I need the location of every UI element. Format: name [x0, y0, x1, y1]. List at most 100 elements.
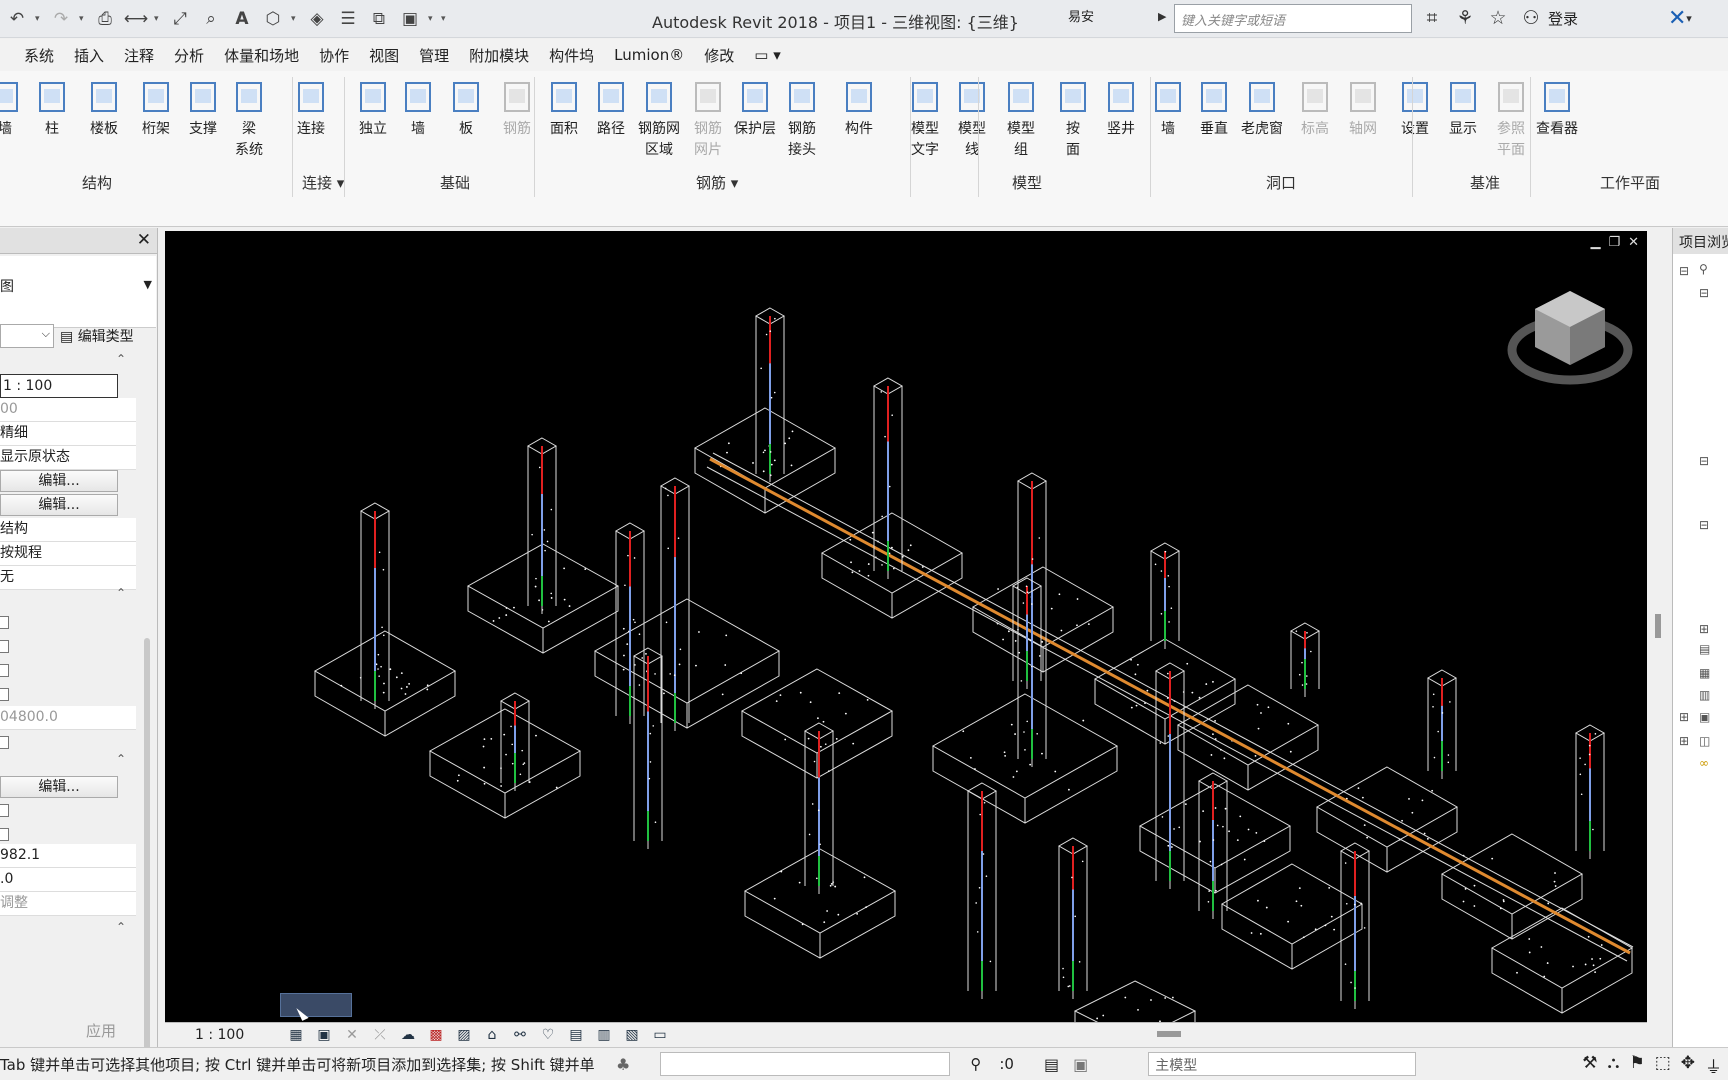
collapse-icon[interactable]: ⌃ — [116, 920, 126, 934]
checkbox[interactable] — [0, 664, 9, 677]
customize-qat-icon[interactable]: ▾ — [441, 14, 449, 24]
discipline-field[interactable]: 结构 — [0, 518, 136, 542]
edit-type-button[interactable]: ▤ 编辑类型 — [60, 326, 134, 346]
instance-filter-select[interactable]: ⌵ — [0, 324, 54, 348]
print-icon[interactable]: ⎙ — [92, 6, 118, 32]
login-link[interactable]: 登录 — [1548, 8, 1578, 29]
collapse-node-icon[interactable]: ⊟ — [1699, 518, 1709, 532]
parts-visibility-field[interactable]: 显示原状态 — [0, 446, 136, 470]
expand-node-icon[interactable]: ⊞ — [1679, 734, 1689, 748]
floor-button[interactable]: 楼板 — [79, 75, 129, 140]
tab-10[interactable]: Lumion® — [604, 39, 694, 71]
set-button[interactable]: 设置 — [1390, 75, 1440, 140]
worksets-icon[interactable]: ▭ — [649, 1026, 671, 1044]
wall-foundation-button[interactable]: 墙 — [393, 75, 443, 140]
exchange-apps-icon[interactable]: ✕ — [1668, 6, 1686, 31]
model-text-button[interactable]: 模型 文字 — [900, 75, 950, 161]
target-height-field[interactable]: .0 — [0, 868, 136, 892]
tab-7[interactable]: 管理 — [409, 39, 459, 71]
area-rebar-button[interactable]: 面积 — [539, 75, 589, 140]
chevron-down-icon[interactable]: ▾ — [291, 14, 299, 24]
workset-select[interactable] — [660, 1052, 950, 1076]
fabric-area-button[interactable]: 钢筋网 区域 — [634, 75, 684, 161]
isolated-foundation-button[interactable]: 独立 — [348, 75, 398, 140]
fabric-sheet-button[interactable]: 钢筋 网片 — [683, 75, 733, 161]
detail-level-field[interactable]: 精细 — [0, 422, 136, 446]
collapse-node-icon[interactable]: ⊟ — [1699, 454, 1709, 468]
checkbox[interactable] — [0, 828, 9, 841]
beam-system-button[interactable]: 梁 系统 — [224, 75, 274, 161]
highlight-displacement-icon[interactable]: ▥ — [593, 1026, 615, 1044]
column-button[interactable]: 柱 — [27, 75, 77, 140]
detail-level-icon[interactable]: ▦ — [285, 1026, 307, 1044]
subscription-icon[interactable]: ⚘ — [1453, 4, 1477, 32]
model-group-button[interactable]: 模型 组 — [996, 75, 1046, 161]
hidden-lines-field[interactable]: 按规程 — [0, 542, 136, 566]
collapse-icon[interactable]: ⌃ — [116, 352, 126, 366]
3d-view-icon[interactable]: ⬡ — [260, 6, 286, 32]
select-pinned-icon[interactable]: ⚑ — [1629, 1053, 1644, 1078]
horizontal-scrollbar[interactable] — [1157, 1031, 1181, 1037]
section-icon[interactable]: ◈ — [304, 6, 330, 32]
dormer-button[interactable]: 老虎窗 — [1237, 75, 1287, 140]
chevron-down-icon[interactable]: ▾ — [154, 14, 162, 24]
collapse-node-icon[interactable]: ⊟ — [1699, 286, 1709, 300]
select-underlay-icon[interactable]: ⛬ — [1608, 1053, 1620, 1078]
grid-button[interactable]: 轴网 — [1338, 75, 1388, 140]
chevron-down-icon[interactable]: ▼ — [144, 278, 152, 291]
slab-button[interactable]: 板 — [441, 75, 491, 140]
tag-icon[interactable]: ⌕ — [198, 6, 224, 32]
tab-2[interactable]: 注释 — [114, 39, 164, 71]
type-selector[interactable]: 图 ▼ — [0, 256, 156, 328]
3d-viewport[interactable]: ▁ ❐ ✕ — [165, 231, 1647, 1022]
close-icon[interactable]: ✕ — [1628, 235, 1639, 250]
binoculars-icon[interactable]: ⌗ — [1420, 4, 1444, 32]
path-rebar-button[interactable]: 路径 — [586, 75, 636, 140]
chevron-down-icon[interactable]: ▾ — [35, 14, 43, 24]
lock-view-icon[interactable]: ⌂ — [481, 1026, 503, 1044]
minimize-icon[interactable]: ▁ — [1590, 235, 1600, 250]
tab-1[interactable]: 插入 — [64, 39, 114, 71]
level-button[interactable]: 标高 — [1290, 75, 1340, 140]
constraints-icon[interactable]: ▧ — [621, 1026, 643, 1044]
shadows-icon[interactable]: ⤫ — [369, 1026, 391, 1044]
properties-scrollbar[interactable] — [144, 638, 150, 1068]
camera-edit-button[interactable]: 编辑... — [0, 776, 118, 798]
checkbox[interactable] — [0, 616, 9, 629]
switch-windows-icon[interactable]: ▣ — [397, 6, 423, 32]
wall-button[interactable]: 墙 — [0, 75, 30, 140]
view-scale[interactable]: 1 : 100 — [195, 1027, 285, 1043]
text-icon[interactable]: A — [229, 6, 255, 32]
thin-lines-icon[interactable]: ☰ — [335, 6, 361, 32]
cover-button[interactable]: 保护层 — [730, 75, 780, 140]
rebar-coupler-button[interactable]: 钢筋 接头 — [777, 75, 827, 161]
aligned-dimension-icon[interactable]: ⤢ — [167, 6, 193, 32]
filter-funnel-icon[interactable]: ⏚ — [1705, 1053, 1722, 1078]
show-crop-icon[interactable]: ▨ — [453, 1026, 475, 1044]
graphics-edit-button[interactable]: 编辑... — [0, 494, 118, 516]
panel-toggle-icon[interactable]: ▭ ▾ — [744, 39, 790, 71]
view-scale-field[interactable]: 1 : 100 — [0, 374, 118, 398]
viewer-button[interactable]: 查看器 — [1532, 75, 1582, 140]
brace-button[interactable]: 支撑 — [178, 75, 228, 140]
expand-node-icon[interactable]: ⊞ — [1699, 622, 1709, 636]
tab-11[interactable]: 修改 — [694, 39, 744, 71]
analytical-model-icon[interactable]: ▤ — [565, 1026, 587, 1044]
close-icon[interactable]: ✕ — [137, 230, 151, 250]
tab-3[interactable]: 分析 — [164, 39, 214, 71]
ref-plane-button[interactable]: 参照 平面 — [1486, 75, 1536, 161]
chevron-down-icon[interactable]: ▾ — [79, 14, 87, 24]
crop-view-icon[interactable]: ▩ — [425, 1026, 447, 1044]
star-icon[interactable]: ☆ — [1486, 4, 1510, 32]
tab-6[interactable]: 视图 — [359, 39, 409, 71]
component-button[interactable]: 构件 — [834, 75, 884, 140]
drag-elements-icon[interactable]: ✥ — [1681, 1053, 1695, 1078]
checkbox[interactable] — [0, 640, 9, 653]
tab-9[interactable]: 构件坞 — [539, 39, 604, 71]
workset-icon[interactable]: ♣ — [616, 1055, 630, 1074]
apply-button[interactable]: 应用 — [86, 1020, 116, 1041]
shaft-button[interactable]: 竖井 — [1096, 75, 1146, 140]
checkbox[interactable] — [0, 688, 9, 701]
design-options-icon[interactable]: ▣ — [1073, 1055, 1088, 1074]
user-icon[interactable]: ⚇ — [1519, 4, 1543, 32]
